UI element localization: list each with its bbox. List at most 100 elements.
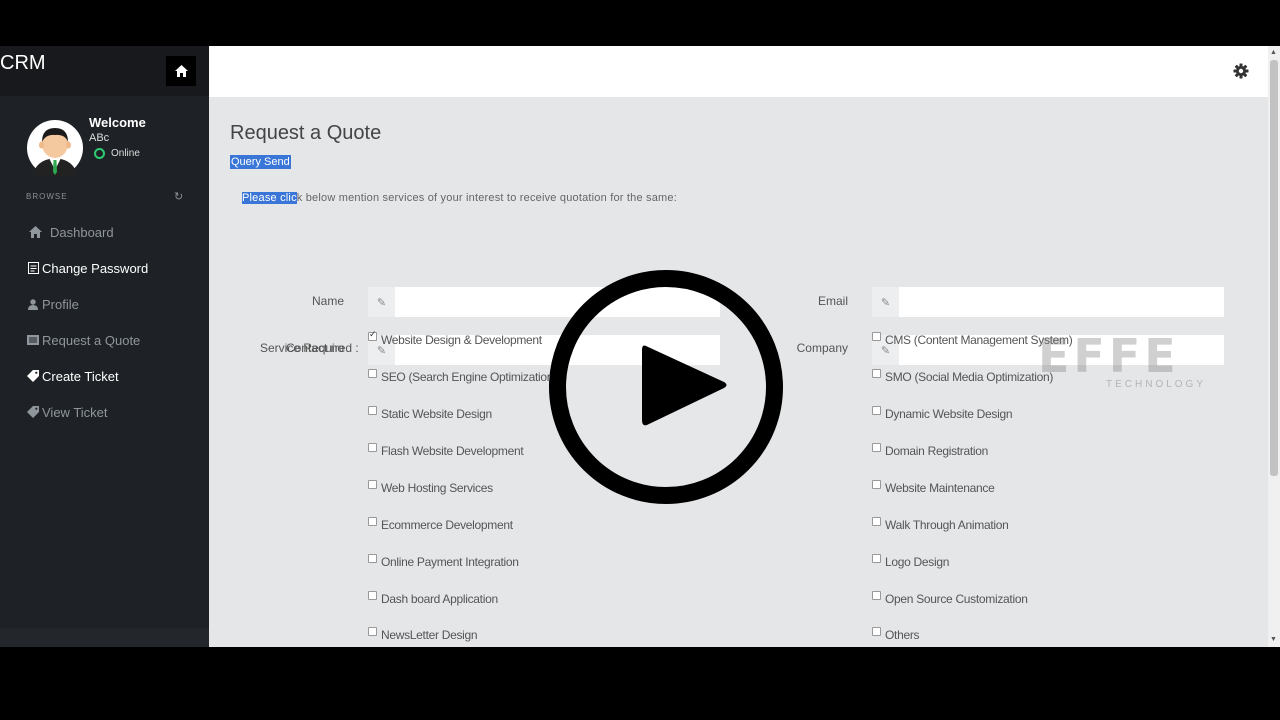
sidebar-item-change-password[interactable]: Change Password bbox=[0, 250, 209, 286]
service-checkbox[interactable] bbox=[368, 590, 377, 600]
name-label: Name bbox=[311, 294, 344, 308]
browse-heading: BROWSE bbox=[26, 192, 68, 201]
avatar bbox=[27, 120, 83, 176]
service-checkbox[interactable] bbox=[368, 329, 377, 341]
scrollbar-thumb[interactable] bbox=[1270, 60, 1278, 476]
page-title: Request a Quote bbox=[230, 122, 382, 144]
service-checkbox[interactable] bbox=[368, 405, 377, 415]
service-checkbox[interactable] bbox=[872, 442, 881, 452]
service-option-label: Dash board Application bbox=[381, 592, 498, 606]
service-option-label: SMO (Social Media Optimization) bbox=[885, 370, 1054, 384]
service-option[interactable]: Dynamic Website Design bbox=[872, 405, 1013, 421]
service-option[interactable]: Flash Website Development bbox=[368, 442, 524, 458]
pencil-icon: ✎ bbox=[368, 287, 395, 317]
service-checkbox[interactable] bbox=[872, 590, 881, 600]
service-option[interactable]: Website Design & Development bbox=[368, 329, 542, 347]
online-status: Online bbox=[94, 148, 140, 159]
service-checkbox[interactable] bbox=[368, 479, 377, 489]
sidebar-item-view-ticket[interactable]: View Ticket bbox=[0, 394, 209, 430]
service-option[interactable]: NewsLetter Design bbox=[368, 626, 478, 642]
watermark-logo: EFFE TECHNOLOGY bbox=[1038, 333, 1206, 390]
sidebar-item-dashboard[interactable]: Dashboard bbox=[0, 214, 209, 250]
service-checkbox[interactable] bbox=[368, 516, 377, 526]
sidebar-item-label: Profile bbox=[42, 296, 79, 312]
service-checkbox[interactable] bbox=[872, 368, 881, 378]
service-checkbox[interactable] bbox=[368, 553, 377, 563]
sidebar-item-label: Request a Quote bbox=[42, 332, 141, 348]
user-icon bbox=[26, 298, 40, 310]
service-option-label: Website Design & Development bbox=[381, 333, 542, 347]
pencil-icon: ✎ bbox=[872, 287, 899, 317]
service-option[interactable]: Logo Design bbox=[872, 553, 950, 569]
service-option[interactable]: Website Maintenance bbox=[872, 479, 995, 495]
service-option[interactable]: SMO (Social Media Optimization) bbox=[872, 368, 1054, 384]
service-option-label: Logo Design bbox=[885, 555, 950, 569]
intro-text-selected: Please clic bbox=[242, 192, 297, 204]
service-option-label: Online Payment Integration bbox=[381, 555, 519, 569]
sidebar-item-label: Create Ticket bbox=[42, 368, 119, 384]
video-frame: CRM Welcome ABc Online BROWSE ↻ Dashboar… bbox=[0, 0, 1280, 720]
service-checkbox[interactable] bbox=[368, 442, 377, 452]
vertical-scrollbar[interactable]: ▲ ▼ bbox=[1268, 46, 1280, 647]
service-option-label: Static Website Design bbox=[381, 407, 492, 421]
service-option-label: Walk Through Animation bbox=[885, 518, 1009, 532]
service-checkbox[interactable] bbox=[872, 553, 881, 563]
service-option[interactable]: Domain Registration bbox=[872, 442, 989, 458]
sidebar-item-label: Dashboard bbox=[50, 224, 114, 240]
service-option-label: Open Source Customization bbox=[885, 592, 1028, 606]
service-checkbox[interactable] bbox=[872, 331, 881, 341]
refresh-icon[interactable]: ↻ bbox=[174, 190, 183, 203]
service-option[interactable]: Open Source Customization bbox=[872, 590, 1028, 606]
service-checkbox[interactable] bbox=[872, 405, 881, 415]
service-checkbox[interactable] bbox=[872, 479, 881, 489]
scroll-up-icon[interactable]: ▲ bbox=[1270, 49, 1277, 56]
online-status-label: Online bbox=[111, 148, 140, 159]
sidebar-nav: Dashboard Change Password Profile Reques… bbox=[0, 214, 209, 430]
service-option-label: NewsLetter Design bbox=[381, 628, 478, 642]
welcome-text: Welcome bbox=[89, 115, 146, 130]
service-option[interactable]: Online Payment Integration bbox=[368, 553, 519, 569]
sidebar-item-profile[interactable]: Profile bbox=[0, 286, 209, 322]
video-play-button[interactable] bbox=[549, 270, 783, 504]
document-icon bbox=[26, 262, 40, 274]
home-button[interactable] bbox=[166, 56, 196, 86]
service-option-label: Ecommerce Development bbox=[381, 518, 513, 532]
service-option[interactable]: Ecommerce Development bbox=[368, 516, 513, 532]
service-option[interactable]: Walk Through Animation bbox=[872, 516, 1009, 532]
scroll-down-icon[interactable]: ▼ bbox=[1270, 636, 1277, 643]
email-field[interactable] bbox=[899, 287, 1224, 317]
service-option-label: SEO (Search Engine Optimization) bbox=[381, 370, 557, 384]
watermark-brand: EFFE bbox=[1038, 329, 1180, 383]
service-checkbox[interactable] bbox=[872, 516, 881, 526]
email-field-group: ✎ bbox=[872, 287, 1224, 317]
ticket-icon bbox=[26, 406, 40, 418]
sidebar: CRM Welcome ABc Online BROWSE ↻ Dashboar… bbox=[0, 46, 209, 647]
sidebar-item-label: View Ticket bbox=[42, 404, 108, 420]
service-option[interactable]: Static Website Design bbox=[368, 405, 492, 421]
service-option-label: Domain Registration bbox=[885, 444, 989, 458]
query-send-text: Query Send bbox=[230, 155, 291, 169]
service-option[interactable]: SEO (Search Engine Optimization) bbox=[368, 368, 557, 384]
service-checkbox[interactable] bbox=[368, 626, 377, 636]
service-option[interactable]: Web Hosting Services bbox=[368, 479, 493, 495]
service-option-label: Others bbox=[885, 628, 920, 642]
service-option-label: Web Hosting Services bbox=[381, 481, 493, 495]
service-option-label: Website Maintenance bbox=[885, 481, 995, 495]
play-icon bbox=[642, 345, 727, 426]
intro-text-rest: k below mention services of your interes… bbox=[296, 192, 677, 204]
username: ABc bbox=[89, 132, 110, 144]
intro-text: Please click below mention services of y… bbox=[242, 192, 677, 204]
service-checkbox[interactable] bbox=[368, 368, 377, 378]
sidebar-item-create-ticket[interactable]: Create Ticket bbox=[0, 358, 209, 394]
list-icon bbox=[26, 335, 40, 345]
ticket-icon bbox=[26, 370, 40, 382]
service-required-label: Service Required : bbox=[260, 341, 359, 355]
service-option-label: Dynamic Website Design bbox=[885, 407, 1013, 421]
brand-logo[interactable]: CRM bbox=[0, 52, 46, 75]
service-checkbox[interactable] bbox=[872, 626, 881, 636]
gear-icon[interactable] bbox=[1233, 63, 1249, 79]
watermark-tagline: TECHNOLOGY bbox=[1106, 379, 1207, 390]
service-option[interactable]: Others bbox=[872, 626, 920, 642]
service-option[interactable]: Dash board Application bbox=[368, 590, 498, 606]
sidebar-item-request-a-quote[interactable]: Request a Quote bbox=[0, 322, 209, 358]
